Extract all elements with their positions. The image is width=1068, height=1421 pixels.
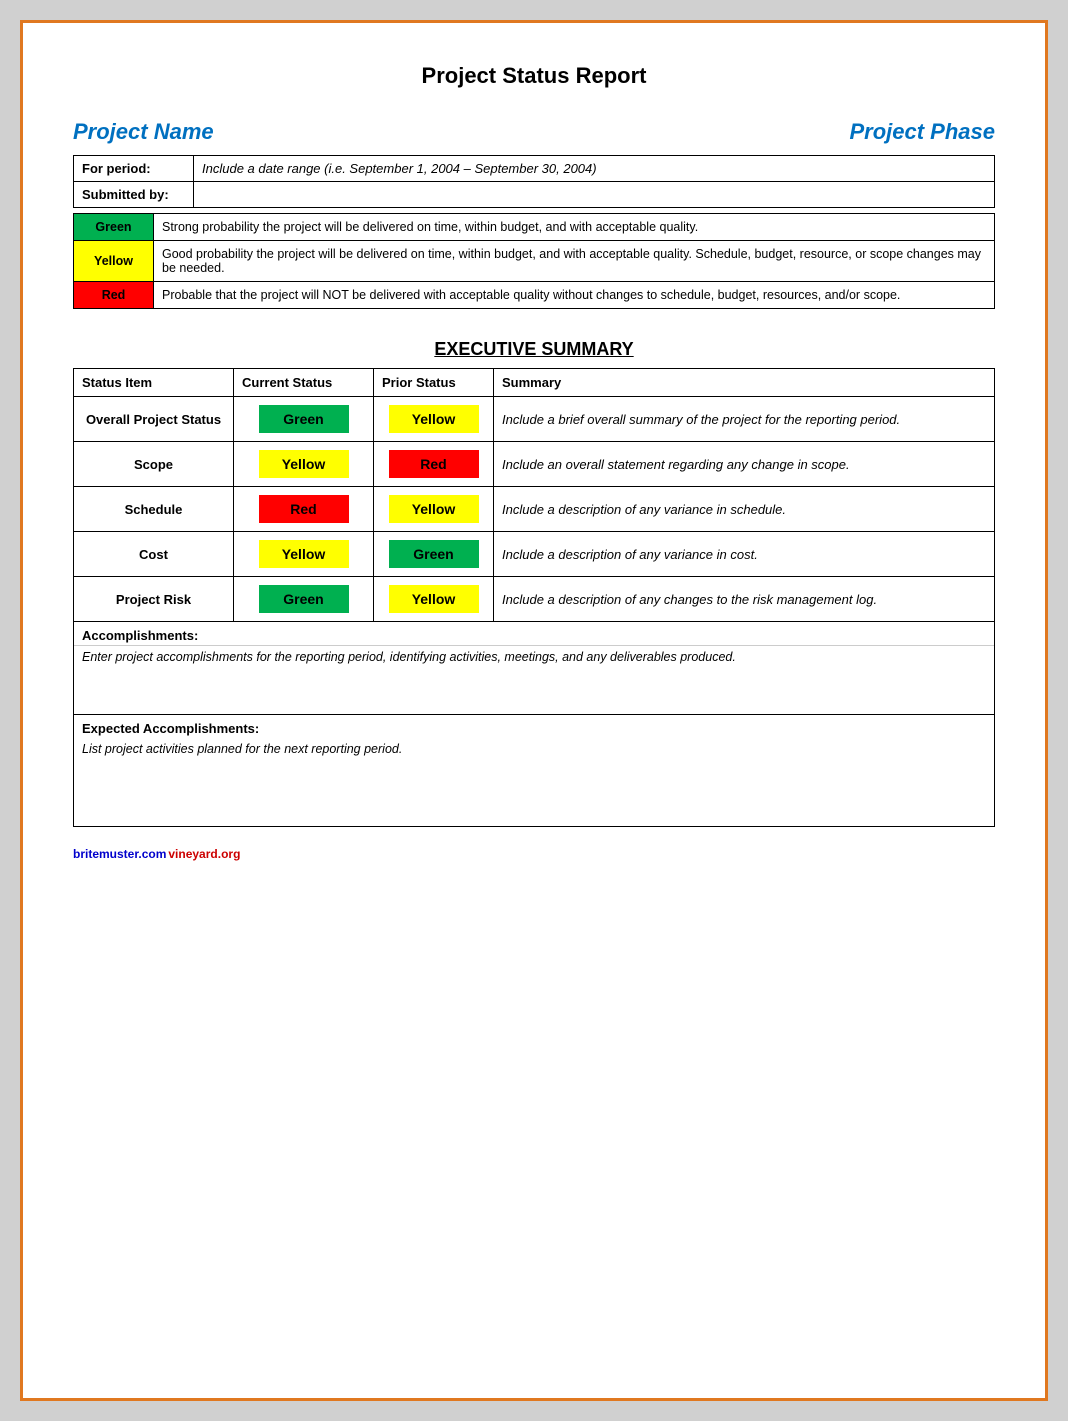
legend-row: YellowGood probability the project will …	[74, 241, 995, 282]
current-status-badge: Green	[259, 585, 349, 613]
current-status-cell: Yellow	[234, 532, 374, 577]
legend-table: GreenStrong probability the project will…	[73, 213, 995, 309]
legend-desc-cell: Strong probability the project will be d…	[154, 214, 995, 241]
status-item-cell: Overall Project Status	[74, 397, 234, 442]
status-item-cell: Cost	[74, 532, 234, 577]
prior-status-badge: Green	[389, 540, 479, 568]
status-item-cell: Scope	[74, 442, 234, 487]
expected-body: List project activities planned for the …	[74, 738, 994, 826]
current-status-cell: Green	[234, 577, 374, 622]
legend-desc-cell: Good probability the project will be del…	[154, 241, 995, 282]
table-row: Schedule Red Yellow Include a description o…	[74, 487, 995, 532]
period-row: For period: Include a date range (i.e. S…	[74, 156, 995, 182]
current-status-badge: Red	[259, 495, 349, 523]
prior-status-badge: Yellow	[389, 405, 479, 433]
footer-blue: britemuster.com	[73, 847, 166, 861]
legend-color-cell: Yellow	[74, 241, 154, 282]
prior-status-cell: Yellow	[374, 397, 494, 442]
expected-section: Expected Accomplishments: List project a…	[73, 715, 995, 827]
legend-row: RedProbable that the project will NOT be…	[74, 282, 995, 309]
header-prior-status: Prior Status	[374, 369, 494, 397]
table-row: Overall Project Status Green Yellow Include…	[74, 397, 995, 442]
exec-summary-table: Status Item Current Status Prior Status …	[73, 368, 995, 622]
summary-cell: Include a description of any changes to …	[494, 577, 995, 622]
prior-status-badge: Yellow	[389, 495, 479, 523]
current-status-cell: Yellow	[234, 442, 374, 487]
submitted-value	[194, 182, 995, 208]
exec-table-header-row: Status Item Current Status Prior Status …	[74, 369, 995, 397]
summary-cell: Include a description of any variance in…	[494, 532, 995, 577]
summary-cell: Include an overall statement regarding a…	[494, 442, 995, 487]
table-row: Scope Yellow Red Include an overall stateme…	[74, 442, 995, 487]
table-row: Cost Yellow Green Include a description of …	[74, 532, 995, 577]
current-status-cell: Green	[234, 397, 374, 442]
header-summary: Summary	[494, 369, 995, 397]
accomplishments-section: Accomplishments: Enter project accomplis…	[73, 622, 995, 715]
submitted-label: Submitted by:	[74, 182, 194, 208]
legend-color-cell: Green	[74, 214, 154, 241]
summary-cell: Include a brief overall summary of the p…	[494, 397, 995, 442]
submitted-row: Submitted by:	[74, 182, 995, 208]
project-name-label: Project Name	[73, 119, 214, 145]
summary-cell: Include a description of any variance in…	[494, 487, 995, 532]
period-value: Include a date range (i.e. September 1, …	[194, 156, 995, 182]
status-item-cell: Project Risk	[74, 577, 234, 622]
expected-header: Expected Accomplishments:	[74, 715, 994, 738]
prior-status-cell: Red	[374, 442, 494, 487]
footer: britemuster.com vineyard.org	[73, 847, 995, 861]
page: Project Status Report Project Name Proje…	[20, 20, 1048, 1401]
status-item-cell: Schedule	[74, 487, 234, 532]
accomplishments-body: Enter project accomplishments for the re…	[74, 646, 994, 714]
header-current-status: Current Status	[234, 369, 374, 397]
current-status-cell: Red	[234, 487, 374, 532]
project-phase-label: Project Phase	[849, 119, 995, 145]
period-label: For period:	[74, 156, 194, 182]
current-status-badge: Yellow	[259, 450, 349, 478]
legend-row: GreenStrong probability the project will…	[74, 214, 995, 241]
project-header: Project Name Project Phase	[73, 119, 995, 145]
footer-red: vineyard.org	[168, 847, 240, 861]
prior-status-badge: Yellow	[389, 585, 479, 613]
legend-color-cell: Red	[74, 282, 154, 309]
legend-desc-cell: Probable that the project will NOT be de…	[154, 282, 995, 309]
prior-status-badge: Red	[389, 450, 479, 478]
table-row: Project Risk Green Yellow Include a descrip…	[74, 577, 995, 622]
page-title: Project Status Report	[73, 63, 995, 89]
exec-summary-title: EXECUTIVE SUMMARY	[73, 339, 995, 360]
header-status-item: Status Item	[74, 369, 234, 397]
current-status-badge: Green	[259, 405, 349, 433]
prior-status-cell: Yellow	[374, 487, 494, 532]
prior-status-cell: Green	[374, 532, 494, 577]
prior-status-cell: Yellow	[374, 577, 494, 622]
info-table: For period: Include a date range (i.e. S…	[73, 155, 995, 208]
current-status-badge: Yellow	[259, 540, 349, 568]
accomplishments-header: Accomplishments:	[74, 622, 994, 646]
